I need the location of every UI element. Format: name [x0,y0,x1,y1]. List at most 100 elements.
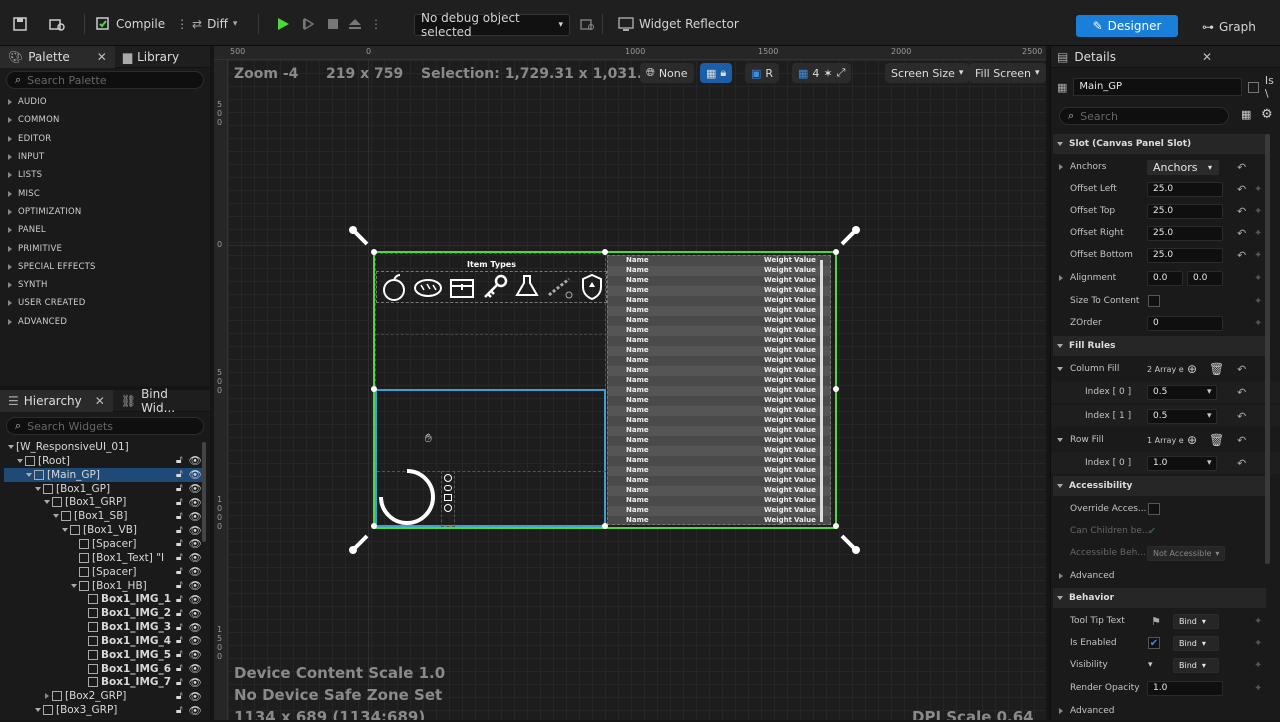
palette-category[interactable]: SPECIAL EFFECTS [0,258,210,276]
unlock-icon[interactable]: 🔓︎ [176,704,183,717]
eye-icon[interactable]: 👁︎ [189,551,202,564]
keyframe-icon[interactable]: ✦ [1254,273,1262,284]
anchor-top-right-icon[interactable] [836,224,862,250]
unlock-icon[interactable]: 🔓︎ [176,607,183,620]
list-item[interactable]: Name Weight Value [608,416,830,426]
list-item[interactable]: Name Weight Value [608,256,830,266]
expand-arrow-icon[interactable] [33,708,43,713]
list-item[interactable]: Name Weight Value [608,456,830,466]
unlock-icon[interactable]: 🔓︎ [176,565,183,578]
browse-icon[interactable] [48,12,66,36]
close-icon[interactable]: ✕ [95,394,105,408]
list-item[interactable]: Name Weight Value [608,316,830,326]
fill-screen-dropdown[interactable]: Fill Screen ▾ [969,63,1046,83]
list-item[interactable]: Name Weight Value [608,386,830,396]
expand-arrow-icon[interactable] [42,500,52,505]
palette-category[interactable]: OPTIMIZATION [0,203,210,221]
close-icon[interactable]: ✕ [1202,50,1212,64]
debug-object-select[interactable]: No debug object selected ▾ [414,11,570,39]
render-opacity-input[interactable]: 1.0 [1147,680,1223,696]
reset-icon[interactable]: ↶ [1237,227,1246,240]
eye-icon[interactable]: 👁︎ [189,496,202,509]
table-view-icon[interactable]: ▦ [1241,108,1251,121]
is-variable-checkbox[interactable] [1248,81,1259,93]
reset-icon[interactable]: ↶ [1237,249,1246,262]
keyframe-icon[interactable]: ✦ [1254,228,1262,239]
advanced-row-2[interactable]: Advanced [1051,700,1280,722]
eye-icon[interactable]: 👁︎ [189,607,202,620]
eject-button[interactable] [348,12,362,36]
play-button[interactable] [276,12,290,36]
list-item[interactable]: Name Weight Value [608,516,830,524]
tree-row[interactable]: Box1_IMG_6 🔓︎ 👁︎ [4,662,204,676]
diff-button[interactable]: ⇄ Diff ▾ [192,12,237,36]
palette-category[interactable]: PRIMITIVE [0,239,210,257]
main-gp-widget[interactable]: Item Types ✋︎ Name Weight Value Name Wei… [371,249,839,529]
expand-arrow-icon[interactable] [6,445,16,449]
alignment-y-input[interactable]: 0.0 [1187,270,1223,286]
list-item[interactable]: Name Weight Value [608,506,830,516]
palette-category[interactable]: PANEL [0,221,210,239]
hierarchy-scrollbar[interactable] [202,442,206,542]
keyframe-icon[interactable]: ✦ [1254,184,1262,195]
item-list-view[interactable]: Name Weight Value Name Weight Value Name Weight… [607,255,831,525]
zorder-input[interactable]: 0 [1147,315,1223,331]
reset-icon[interactable]: ↶ [1237,386,1246,399]
list-item[interactable]: Name Weight Value [608,466,830,476]
eye-icon[interactable]: 👁︎ [189,704,202,717]
list-scrollbar[interactable] [820,260,823,522]
add-element-icon[interactable]: ⊕ [1187,362,1197,376]
list-item[interactable]: Name Weight Value [608,366,830,376]
localization-button[interactable]: 🌐︎ None [640,63,694,83]
list-item[interactable]: Name Weight Value [608,486,830,496]
keyframe-icon[interactable]: ✦ [1254,638,1262,649]
eye-icon[interactable]: 👁︎ [189,634,202,647]
size-to-content-checkbox[interactable] [1148,295,1160,307]
reset-icon[interactable]: ↶ [1237,457,1246,470]
keyframe-icon[interactable]: ✦ [1254,616,1262,627]
list-item[interactable]: Name Weight Value [608,476,830,486]
eye-icon[interactable]: 👁︎ [189,524,202,537]
palette-category[interactable]: INPUT [0,148,210,166]
reset-icon[interactable]: ↶ [1237,363,1246,376]
anchors-dropdown[interactable]: Anchors ▾ [1147,159,1219,175]
chevron-down-icon[interactable]: ▾ [1207,387,1212,397]
tree-row[interactable]: [Box1_SB] 🔓︎ 👁︎ [4,509,204,523]
reset-icon[interactable]: ↶ [1237,205,1246,218]
tree-row[interactable]: Box1_IMG_1 🔓︎ 👁︎ [4,592,204,606]
list-item[interactable]: Name Weight Value [608,446,830,456]
accessibility-section-header[interactable]: Accessibility [1053,476,1266,496]
unlock-icon[interactable]: 🔓︎ [176,593,183,606]
expand-arrow-icon[interactable] [33,486,43,491]
stop-button[interactable] [326,12,340,36]
unlock-icon[interactable]: 🔓︎ [176,648,183,661]
list-item[interactable]: Name Weight Value [608,266,830,276]
unlock-icon[interactable]: 🔓︎ [176,524,183,537]
keyframe-icon[interactable]: ✦ [1254,660,1262,671]
close-icon[interactable]: ✕ [97,50,107,64]
is-enabled-checkbox[interactable]: ✔ [1148,637,1160,649]
unlock-icon[interactable]: 🔓︎ [176,537,183,550]
keyframe-icon[interactable]: ✦ [1254,683,1262,694]
slot-section-header[interactable]: Slot (Canvas Panel Slot) [1053,134,1266,154]
screen-size-dropdown[interactable]: Screen Size ▾ [885,63,970,83]
advanced-row-1[interactable]: Advanced [1051,565,1280,587]
tree-row[interactable]: Box1_IMG_7 🔓︎ 👁︎ [4,675,204,689]
list-item[interactable]: Name Weight Value [608,436,830,446]
tree-row[interactable]: Box1_IMG_4 🔓︎ 👁︎ [4,634,204,648]
keyframe-icon[interactable]: ✦ [1254,318,1262,329]
box3-container[interactable]: ✋︎ [375,389,606,527]
expand-arrow-icon[interactable] [15,458,25,463]
designer-button[interactable]: ✎ Designer [1076,15,1178,37]
anchor-bottom-left-icon[interactable] [347,530,373,556]
behavior-section-header[interactable]: Behavior [1053,588,1266,608]
save-icon[interactable] [12,12,28,36]
list-item[interactable]: Name Weight Value [608,396,830,406]
is-enabled-bind-dropdown[interactable]: Bind ▾ [1173,635,1219,651]
unlock-icon[interactable]: 🔓︎ [176,468,183,481]
trash-icon[interactable]: 🗑︎ [1209,433,1224,447]
unlock-icon[interactable]: 🔓︎ [176,454,183,467]
respect-locks-toggle[interactable]: ▣ R [745,63,780,83]
flag-icon[interactable]: ⚑ [1151,615,1161,628]
unlock-icon[interactable]: 🔓︎ [176,662,183,675]
